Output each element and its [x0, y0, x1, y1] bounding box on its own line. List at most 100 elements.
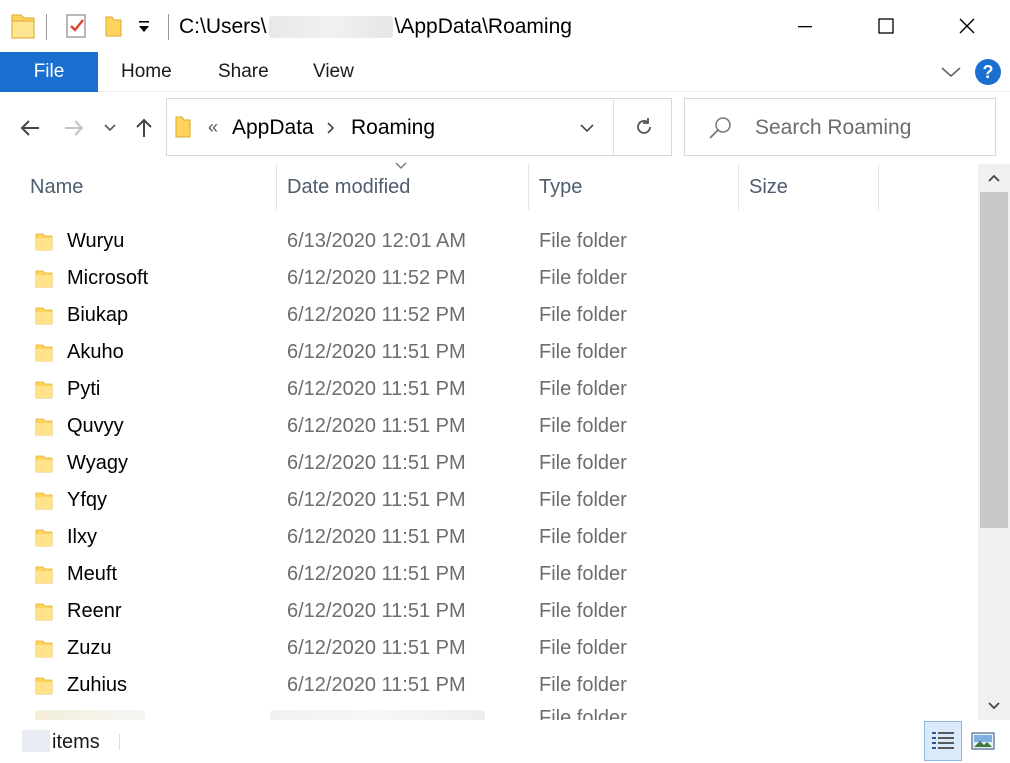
list-item[interactable]: Biukap 6/12/2020 11:52 PM File folder [0, 297, 978, 334]
file-type: File folder [539, 230, 627, 252]
column-header-size[interactable]: Size [749, 164, 788, 210]
file-name: Biukap [67, 304, 129, 326]
chevron-down-icon [988, 702, 1000, 710]
folder-icon [35, 639, 53, 664]
file-type: File folder [539, 637, 627, 659]
file-name: Ilxy [67, 526, 97, 548]
large-icons-view-button[interactable] [964, 721, 1002, 761]
folder-icon [35, 676, 53, 701]
tab-file[interactable]: File [0, 52, 98, 92]
maximize-button[interactable] [859, 0, 913, 52]
file-type: File folder [539, 267, 627, 289]
column-header-date-modified[interactable]: Date modified [287, 164, 410, 210]
folder-icon [35, 528, 53, 553]
properties-icon[interactable] [64, 12, 88, 45]
column-divider[interactable] [738, 164, 739, 210]
list-item-partial[interactable]: File folder [0, 706, 978, 720]
scroll-up-button[interactable] [978, 164, 1010, 192]
list-item[interactable]: Zuhius 6/12/2020 11:51 PM File folder [0, 667, 978, 704]
up-button[interactable] [130, 112, 158, 144]
address-divider [613, 99, 614, 155]
folder-icon [35, 343, 53, 368]
list-item[interactable]: Pyti 6/12/2020 11:51 PM File folder [0, 371, 978, 408]
vertical-scrollbar[interactable] [978, 164, 1010, 720]
column-header-type[interactable]: Type [539, 164, 582, 210]
back-button[interactable] [16, 112, 44, 144]
column-header-name[interactable]: Name [30, 164, 83, 210]
redacted-date [270, 710, 485, 720]
search-placeholder: Search Roaming [755, 116, 912, 139]
list-item[interactable]: Reenr 6/12/2020 11:51 PM File folder [0, 593, 978, 630]
redacted-item-count [22, 730, 50, 752]
refresh-icon[interactable] [633, 116, 655, 143]
address-bar[interactable]: « AppData Roaming [166, 98, 672, 156]
tab-home[interactable]: Home [121, 52, 172, 92]
file-name: Wuryu [67, 230, 125, 252]
maximize-icon [878, 18, 894, 34]
list-item[interactable]: Quvyy 6/12/2020 11:51 PM File folder [0, 408, 978, 445]
close-button[interactable] [940, 0, 994, 52]
tab-view[interactable]: View [313, 52, 354, 92]
scrollbar-thumb[interactable] [980, 192, 1008, 528]
folder-icon [173, 115, 193, 144]
list-item[interactable]: Wyagy 6/12/2020 11:51 PM File folder [0, 445, 978, 482]
expand-ribbon-icon[interactable] [940, 64, 962, 85]
file-name: Wyagy [67, 452, 128, 474]
file-date: 6/12/2020 11:51 PM [287, 600, 466, 622]
file-name: Zuzu [67, 637, 112, 659]
file-type: File folder [539, 674, 627, 696]
minimize-button[interactable] [778, 0, 832, 52]
file-type: File folder [539, 707, 627, 720]
breadcrumb-appdata[interactable]: AppData [232, 116, 314, 140]
breadcrumb-overflow[interactable]: « [208, 117, 218, 138]
list-item[interactable]: Yfqy 6/12/2020 11:51 PM File folder [0, 482, 978, 519]
folder-icon [35, 417, 53, 442]
list-item[interactable]: Meuft 6/12/2020 11:51 PM File folder [0, 556, 978, 593]
list-item[interactable]: Akuho 6/12/2020 11:51 PM File folder [0, 334, 978, 371]
chevron-right-icon[interactable] [326, 121, 336, 140]
file-date: 6/12/2020 11:51 PM [287, 489, 466, 511]
window-title: C:\Users\ \AppData\Roaming [179, 15, 572, 39]
file-name: Reenr [67, 600, 122, 622]
redacted-username [268, 16, 393, 38]
file-date: 6/12/2020 11:51 PM [287, 637, 466, 659]
scroll-down-button[interactable] [978, 692, 1010, 720]
forward-button[interactable] [60, 112, 88, 144]
column-divider[interactable] [276, 164, 277, 210]
title-divider [168, 14, 169, 40]
item-count-label: items [52, 731, 100, 753]
recent-locations-button[interactable] [97, 112, 123, 144]
help-button[interactable]: ? [975, 59, 1001, 85]
file-type: File folder [539, 526, 627, 548]
folder-icon [35, 491, 53, 516]
new-folder-icon[interactable] [102, 12, 124, 45]
list-item[interactable]: Ilxy 6/12/2020 11:51 PM File folder [0, 519, 978, 556]
folder-icon [10, 12, 36, 45]
column-divider[interactable] [528, 164, 529, 210]
file-type: File folder [539, 600, 627, 622]
column-divider[interactable] [878, 164, 879, 210]
list-item[interactable]: Zuzu 6/12/2020 11:51 PM File folder [0, 630, 978, 667]
chevron-up-icon [988, 174, 1000, 182]
status-bar: items [0, 720, 1010, 763]
close-icon [959, 18, 975, 34]
file-name: Pyti [67, 378, 101, 400]
file-name: Zuhius [67, 674, 128, 696]
status-divider [119, 734, 120, 750]
breadcrumb-roaming[interactable]: Roaming [351, 116, 435, 140]
address-dropdown-icon[interactable] [579, 121, 595, 139]
file-date: 6/12/2020 11:52 PM [287, 304, 466, 326]
list-item[interactable]: Wuryu 6/13/2020 12:01 AM File folder [0, 223, 978, 260]
tab-share[interactable]: Share [218, 52, 269, 92]
search-box[interactable]: Search Roaming [684, 98, 996, 156]
up-arrow-icon [136, 118, 152, 137]
file-date: 6/12/2020 11:51 PM [287, 415, 466, 437]
file-type: File folder [539, 563, 627, 585]
file-date: 6/12/2020 11:51 PM [287, 563, 466, 585]
folder-icon [35, 454, 53, 479]
redacted-name [35, 710, 145, 720]
list-item[interactable]: Microsoft 6/12/2020 11:52 PM File folder [0, 260, 978, 297]
file-name: Quvyy [67, 415, 124, 437]
details-view-button[interactable] [924, 721, 962, 761]
customize-qat-icon[interactable] [137, 18, 151, 39]
